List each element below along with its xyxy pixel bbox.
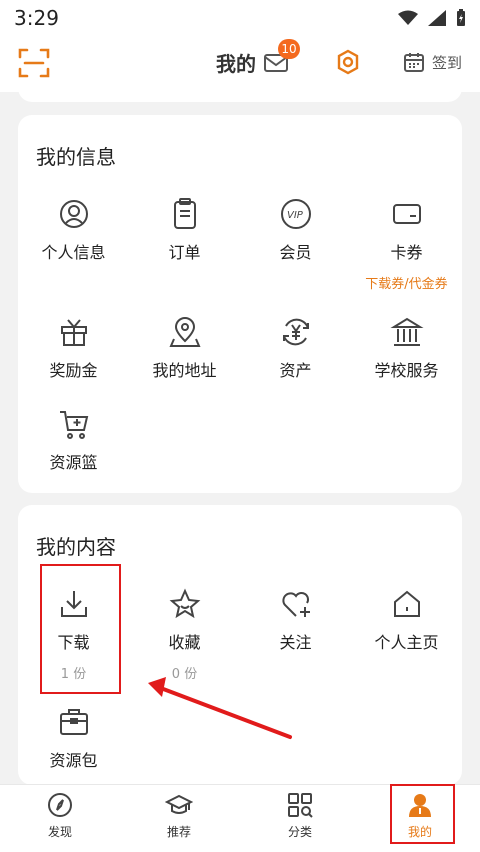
orders-item[interactable]: 订单: [129, 197, 240, 263]
rewards-item[interactable]: 奖励金: [18, 315, 129, 381]
school-icon: [389, 317, 424, 346]
my-info-card: 我的信息 个人信息 订单 VIP 会员 卡券 下载券/代金券 奖励金 我的地址 …: [18, 115, 462, 493]
item-label: 个人信息: [41, 243, 106, 262]
resource-basket-item[interactable]: 资源篮: [18, 407, 129, 473]
graduation-cap-icon: [165, 794, 193, 814]
arrow-icon: [148, 677, 292, 739]
homepage-item[interactable]: 个人主页: [351, 587, 462, 653]
status-time: 3:29: [14, 6, 59, 30]
item-label: 卡券: [390, 243, 423, 262]
item-label: 个人主页: [374, 633, 439, 652]
home-icon: [393, 590, 420, 617]
signal-icon: [428, 10, 446, 26]
title-wrap: 我的 10: [216, 39, 300, 78]
location-icon: [168, 317, 201, 347]
school-services-item[interactable]: 学校服务: [351, 315, 462, 381]
item-label: 会员: [279, 243, 312, 262]
checkin-label: 签到: [432, 53, 463, 72]
calendar-icon: [404, 53, 424, 72]
nav-label: 分类: [287, 825, 312, 839]
star-icon: [169, 588, 200, 619]
battery-icon: [457, 9, 465, 26]
yen-icon: [282, 318, 309, 346]
scan-button[interactable]: [17, 46, 51, 80]
item-label: 我的地址: [152, 361, 217, 380]
resource-pack-item[interactable]: 资源包: [18, 705, 129, 771]
assets-item[interactable]: 资产: [240, 315, 351, 381]
address-item[interactable]: 我的地址: [129, 315, 240, 381]
section-title: 我的内容: [36, 535, 116, 559]
nav-highlight-box: [390, 784, 455, 844]
settings-button[interactable]: [334, 48, 362, 76]
status-icons: [398, 9, 466, 27]
status-bar: 3:29: [0, 0, 480, 36]
item-label: 奖励金: [49, 361, 98, 380]
personal-info-item[interactable]: 个人信息: [18, 197, 129, 263]
heart-plus-icon: [281, 591, 310, 617]
nav-discover[interactable]: 发现: [20, 791, 100, 840]
card-icon: [392, 204, 421, 224]
nav-label: 发现: [47, 825, 72, 839]
highlight-box: [40, 564, 121, 694]
svg-text:VIP: VIP: [287, 210, 304, 221]
gear-icon: [337, 49, 359, 75]
item-label: 资产: [279, 361, 312, 380]
page-title: 我的: [216, 51, 256, 76]
compass-icon: [48, 793, 72, 817]
nav-label: 推荐: [166, 825, 191, 839]
gift-icon: [60, 319, 87, 346]
item-label: 学校服务: [374, 361, 439, 380]
item-label: 资源包: [49, 751, 98, 770]
nav-categories[interactable]: 分类: [260, 791, 340, 840]
cart-icon: [59, 411, 88, 439]
item-label: 资源篮: [49, 453, 98, 472]
section-title: 我的信息: [36, 145, 116, 169]
vip-item[interactable]: VIP 会员: [240, 197, 351, 263]
clipboard-icon: [173, 198, 196, 229]
item-label: 订单: [168, 243, 201, 262]
wifi-icon: [398, 10, 418, 25]
checkin-button[interactable]: 签到: [402, 48, 462, 76]
unread-badge: 10: [278, 39, 300, 59]
nav-recommend[interactable]: 推荐: [139, 791, 219, 840]
person-icon: [59, 200, 88, 228]
coupon-subtitle: 下载券/代金券: [365, 277, 448, 292]
item-label: 关注: [279, 633, 312, 652]
grid-search-icon: [288, 793, 313, 818]
briefcase-icon: [59, 709, 88, 735]
item-label: 收藏: [168, 633, 201, 652]
coupons-item[interactable]: 卡券 下载券/代金券: [351, 197, 462, 292]
scan-icon: [18, 48, 50, 78]
previous-card-edge: [18, 84, 462, 102]
following-item[interactable]: 关注: [240, 587, 351, 653]
messages-button[interactable]: 10: [262, 39, 300, 77]
vip-icon: VIP: [280, 199, 311, 229]
